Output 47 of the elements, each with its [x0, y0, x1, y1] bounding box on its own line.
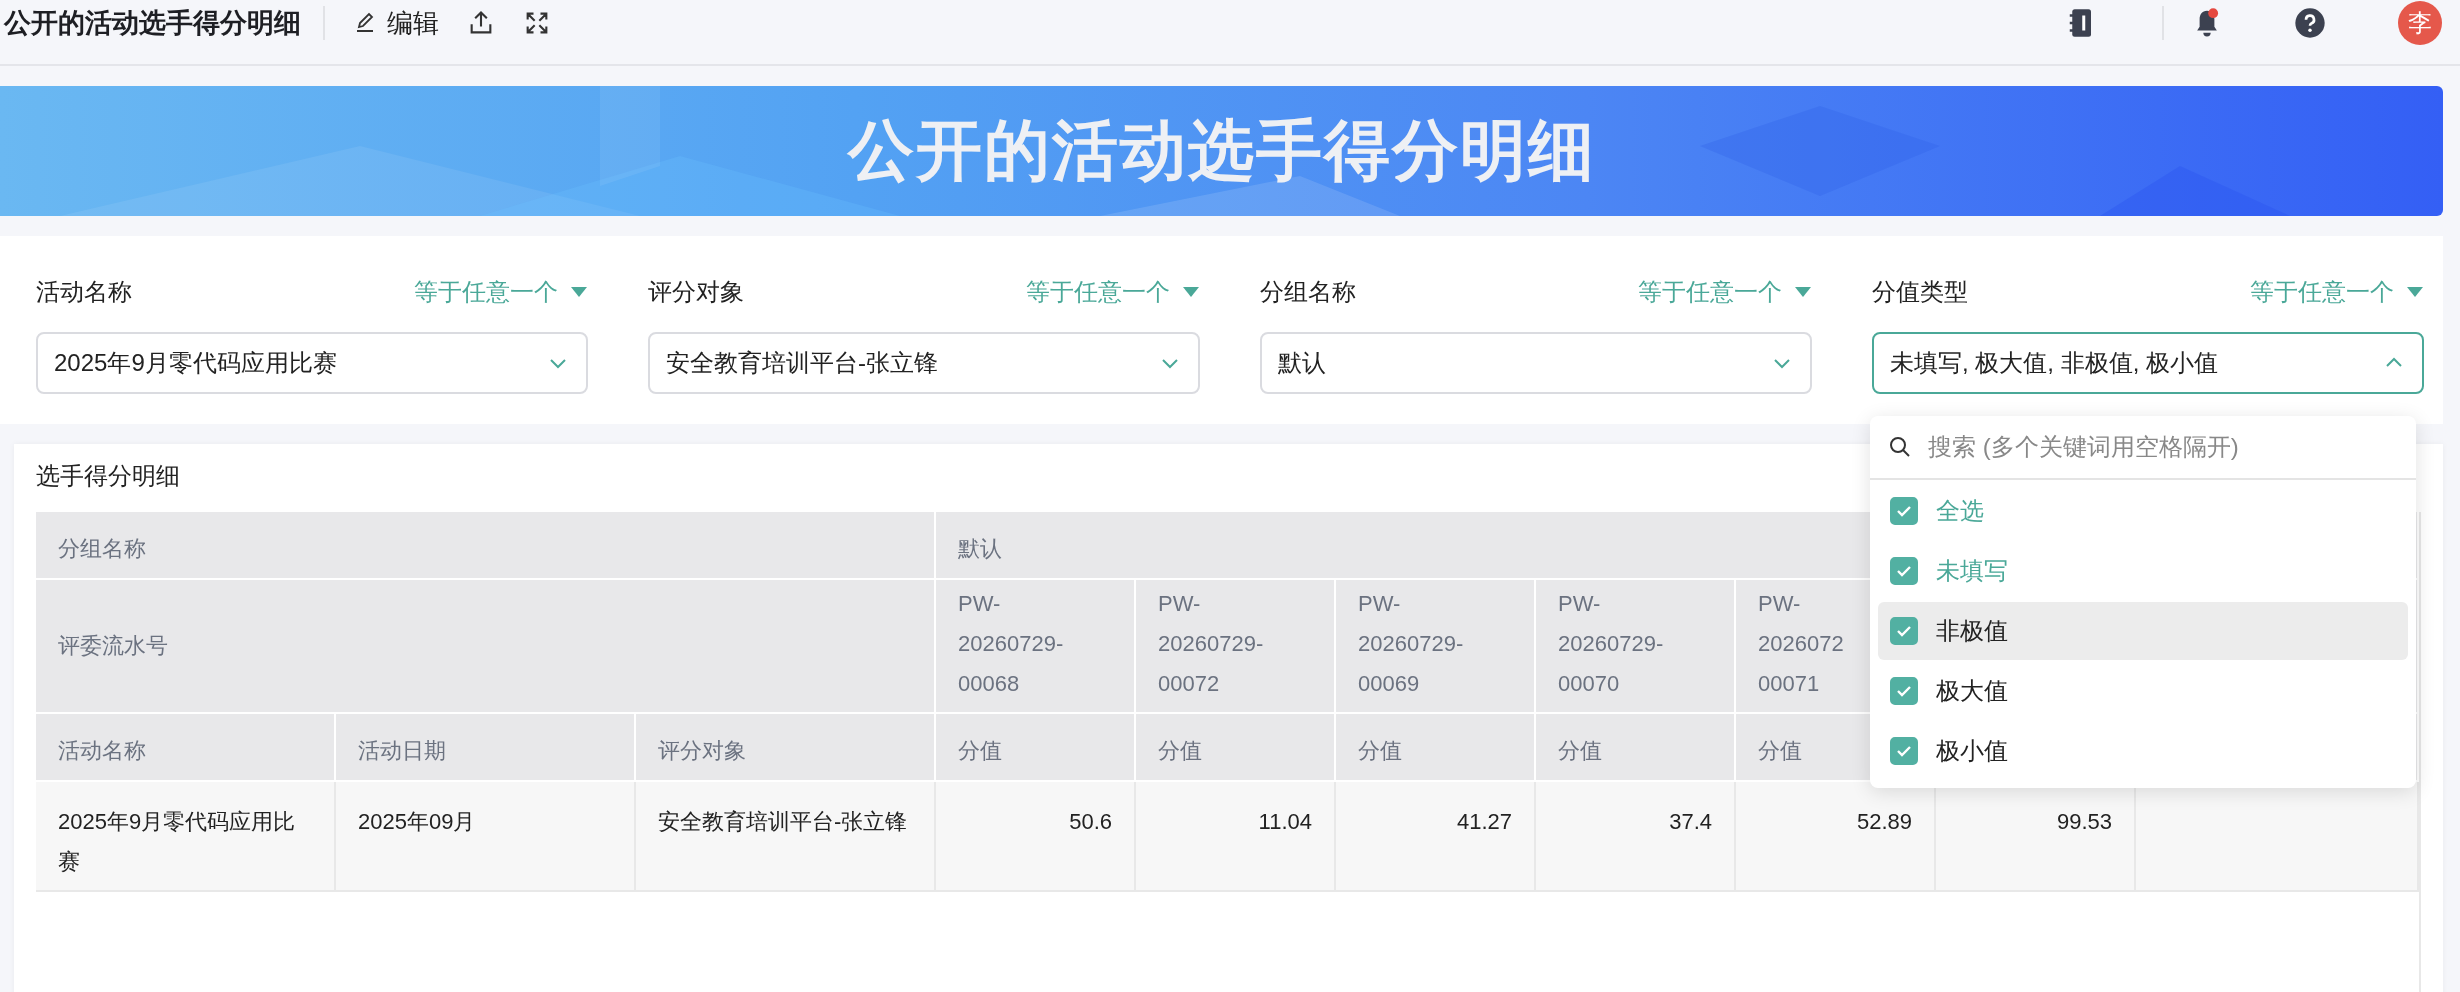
- table-header: 分值: [936, 714, 1136, 782]
- filter-label: 分值类型: [1872, 277, 1968, 307]
- table-header: 分值: [1536, 714, 1736, 782]
- filter-select[interactable]: 安全教育培训平台-张立锋: [648, 332, 1200, 394]
- caret-down-icon: [1794, 286, 1812, 298]
- table-cell: 50.6: [936, 782, 1136, 892]
- table-title: 选手得分明细: [36, 461, 181, 491]
- checkbox[interactable]: [1890, 497, 1918, 525]
- table-header: 分值: [1336, 714, 1536, 782]
- table-cell: 37.4: [1536, 782, 1736, 892]
- table-header: 评分对象: [636, 714, 936, 782]
- table-header: 分值: [1136, 714, 1336, 782]
- search-icon: [1888, 435, 1912, 459]
- banner-title: 公开的活动选手得分明细: [847, 112, 1596, 189]
- checkbox[interactable]: [1890, 677, 1918, 705]
- table-cell: 41.27: [1336, 782, 1536, 892]
- table-header: PW-20260729-00072: [1136, 580, 1336, 714]
- table-header: PW-20260729-00070: [1536, 580, 1736, 714]
- checkbox[interactable]: [1890, 617, 1918, 645]
- filter-label: 活动名称: [36, 277, 132, 307]
- table-cell: 安全教育培训平台-张立锋: [636, 782, 936, 892]
- caret-down-icon: [2406, 286, 2424, 298]
- table-header: 分组名称: [36, 512, 936, 580]
- table-cell: 2025年09月: [336, 782, 636, 892]
- table-cell: 11.04: [1136, 782, 1336, 892]
- checkbox[interactable]: [1890, 737, 1918, 765]
- caret-down-icon: [570, 286, 588, 298]
- notebook-icon[interactable]: [2068, 8, 2094, 38]
- caret-down-icon: [1182, 286, 1200, 298]
- user-avatar[interactable]: 李: [2398, 1, 2442, 45]
- page-title: 公开的活动选手得分明细: [4, 7, 301, 40]
- help-icon[interactable]: [2294, 7, 2326, 39]
- table-cell: 2025年9月零代码应用比赛: [36, 782, 336, 892]
- filter-label: 分组名称: [1260, 277, 1356, 307]
- table-header: 活动名称: [36, 714, 336, 782]
- table-header: PW-20260729-00068: [936, 580, 1136, 714]
- filter-select[interactable]: 默认: [1260, 332, 1812, 394]
- filter-select[interactable]: 未填写, 极大值, 非极值, 极小值: [1872, 332, 2424, 394]
- edit-button[interactable]: 编辑: [353, 5, 439, 41]
- filter-select[interactable]: 2025年9月零代码应用比赛: [36, 332, 588, 394]
- table-header: 活动日期: [336, 714, 636, 782]
- table-cell: 52.89: [1736, 782, 1936, 892]
- table-header: PW-20260729-00069: [1336, 580, 1536, 714]
- filter-label: 评分对象: [648, 277, 744, 307]
- table-header: 评委流水号: [36, 580, 936, 714]
- checkbox[interactable]: [1890, 557, 1918, 585]
- dropdown-option[interactable]: 非极值: [1878, 602, 2408, 660]
